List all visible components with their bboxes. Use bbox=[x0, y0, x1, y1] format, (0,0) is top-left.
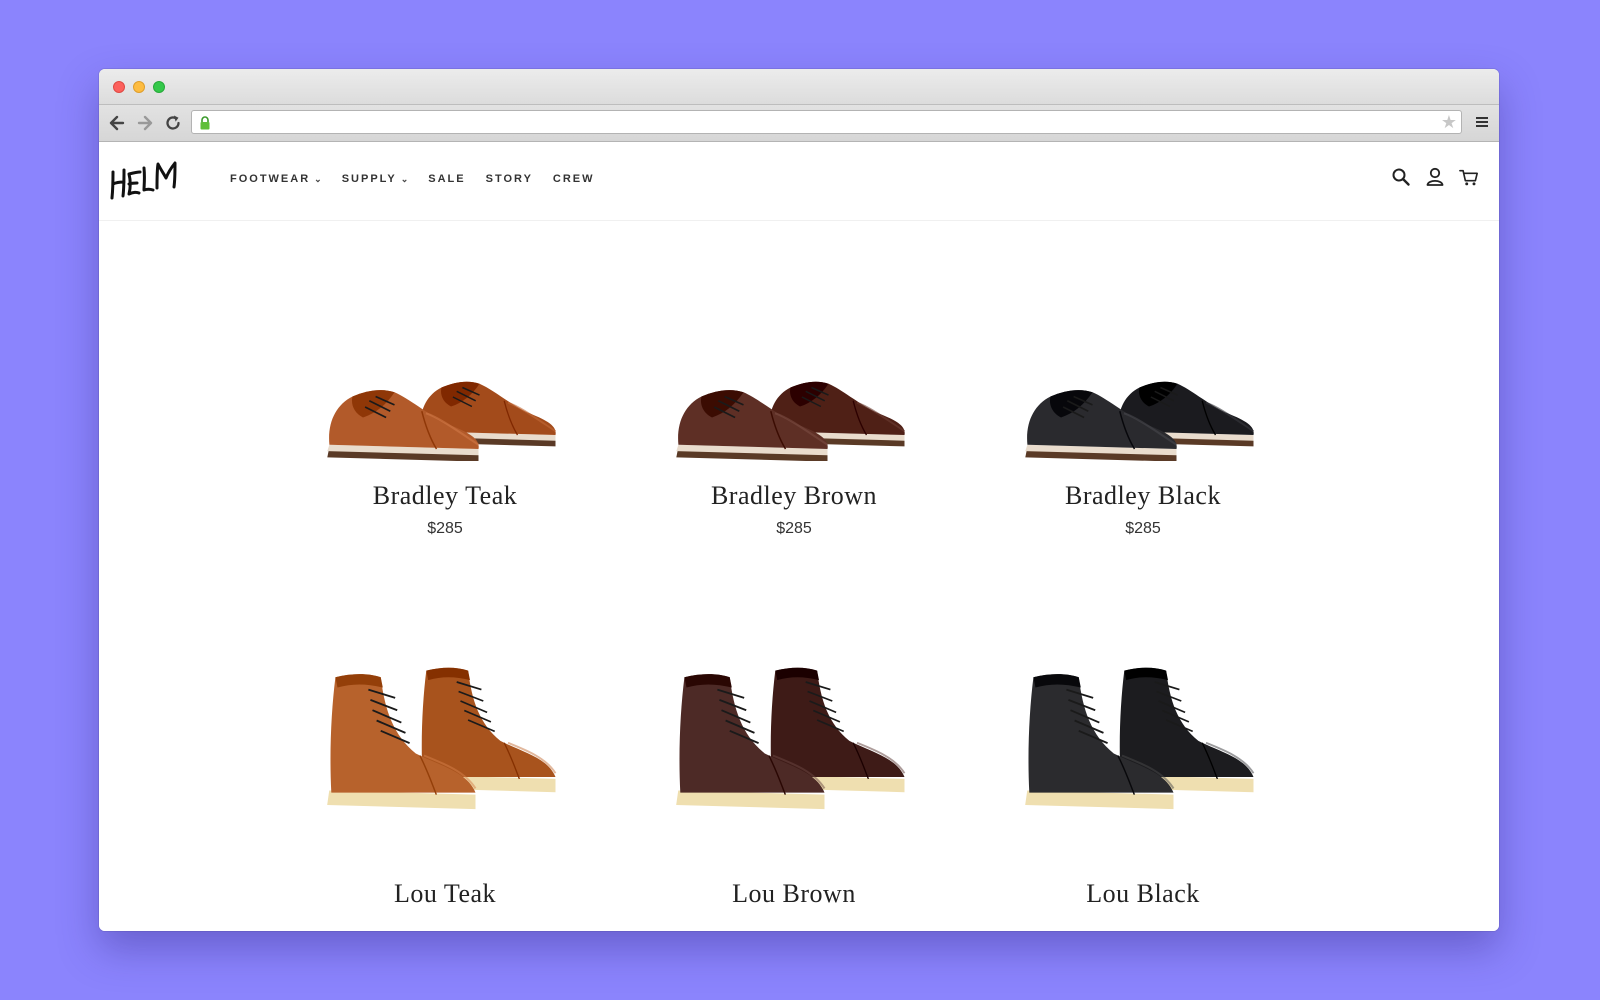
nav-sale[interactable]: SALE bbox=[428, 173, 465, 185]
product-name[interactable]: Lou Brown bbox=[644, 879, 944, 909]
product-price: $285 bbox=[427, 520, 463, 537]
product-grid: Bradley Teak $285 Bradley Brown $285 Bra… bbox=[99, 221, 1499, 931]
product-card[interactable]: Lou Brown bbox=[644, 661, 944, 909]
nav-sale-label: SALE bbox=[428, 173, 466, 185]
nav-supply-label: SUPPLY bbox=[341, 173, 397, 185]
product-card[interactable]: Lou Teak bbox=[295, 661, 595, 909]
chevron-down-icon: ⌄ bbox=[314, 173, 322, 184]
product-name[interactable]: Bradley Brown bbox=[644, 481, 944, 511]
product-card[interactable]: Bradley Black $285 bbox=[993, 341, 1293, 538]
boot-image[interactable] bbox=[1013, 661, 1273, 821]
minimize-window-button[interactable] bbox=[133, 81, 145, 93]
nav-story-label: STORY bbox=[485, 173, 533, 185]
nav-crew[interactable]: CREW bbox=[553, 173, 595, 185]
chevron-down-icon: ⌄ bbox=[400, 173, 409, 184]
nav-story[interactable]: STORY bbox=[486, 173, 533, 185]
boot-image[interactable] bbox=[664, 661, 924, 821]
product-name[interactable]: Bradley Teak bbox=[295, 481, 595, 511]
product-card[interactable]: Bradley Teak $285 bbox=[295, 341, 595, 538]
nav-footwear-label: FOOTWEAR bbox=[230, 173, 311, 185]
nav-footwear[interactable]: FOOTWEAR ⌄ bbox=[230, 173, 322, 185]
oxford-shoe-image[interactable] bbox=[664, 341, 924, 461]
product-card[interactable]: Bradley Brown $285 bbox=[644, 341, 944, 538]
bookmark-star-icon[interactable]: ★ bbox=[1441, 113, 1457, 131]
helm-logo[interactable] bbox=[109, 160, 179, 202]
browser-menu-icon[interactable] bbox=[1475, 115, 1489, 129]
oxford-shoe-image[interactable] bbox=[1013, 341, 1273, 461]
nav-supply[interactable]: SUPPLY ⌄ bbox=[342, 173, 409, 185]
boot-image[interactable] bbox=[315, 661, 575, 821]
product-name[interactable]: Bradley Black bbox=[993, 481, 1293, 511]
reload-icon[interactable] bbox=[163, 113, 183, 133]
product-price: $285 bbox=[1125, 520, 1161, 537]
back-arrow-icon[interactable] bbox=[107, 113, 127, 133]
close-window-button[interactable] bbox=[113, 81, 125, 93]
product-name[interactable]: Lou Black bbox=[993, 879, 1293, 909]
cart-icon[interactable] bbox=[1459, 166, 1479, 188]
account-icon[interactable] bbox=[1425, 166, 1445, 188]
oxford-shoe-image[interactable] bbox=[315, 341, 575, 461]
product-card[interactable]: Lou Black bbox=[993, 661, 1293, 909]
main-navigation: FOOTWEAR ⌄ SUPPLY ⌄ SALE STORY CREW bbox=[230, 173, 615, 185]
header-icons bbox=[1391, 166, 1479, 188]
product-price: $285 bbox=[776, 520, 812, 537]
browser-window: ★ FOOTWEAR ⌄ SUPPLY ⌄ SALE STORY CREW Br… bbox=[99, 69, 1499, 931]
search-icon[interactable] bbox=[1391, 166, 1411, 188]
title-bar bbox=[99, 69, 1499, 105]
site-header: FOOTWEAR ⌄ SUPPLY ⌄ SALE STORY CREW bbox=[99, 142, 1499, 221]
product-name[interactable]: Lou Teak bbox=[295, 879, 595, 909]
nav-crew-label: CREW bbox=[552, 173, 595, 185]
address-bar[interactable]: ★ bbox=[191, 110, 1462, 134]
forward-arrow-icon[interactable] bbox=[135, 113, 155, 133]
browser-toolbar: ★ bbox=[99, 105, 1499, 142]
lock-icon bbox=[200, 116, 210, 130]
zoom-window-button[interactable] bbox=[153, 81, 165, 93]
